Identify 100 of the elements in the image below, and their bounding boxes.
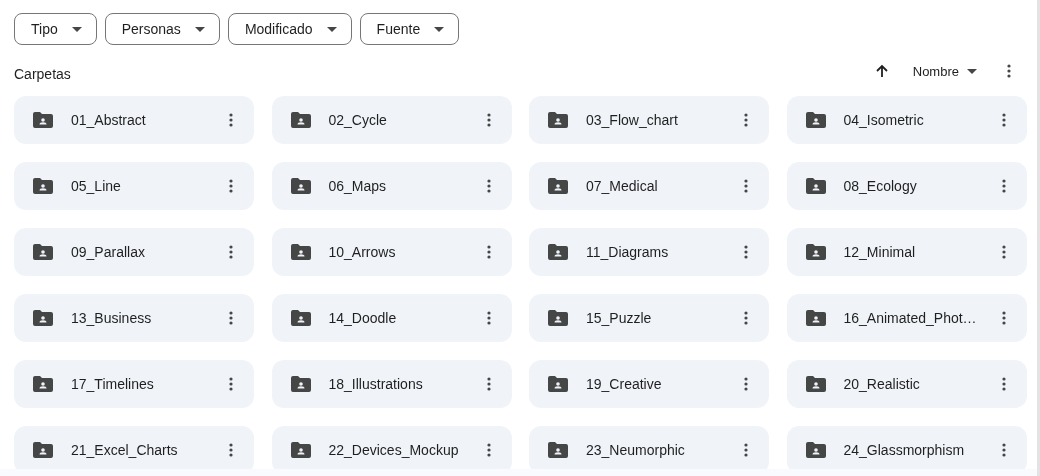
folder-card[interactable]: 02_Cycle bbox=[271, 96, 512, 144]
folder-card[interactable]: 08_Ecology bbox=[786, 162, 1027, 210]
more-options-icon[interactable] bbox=[229, 377, 233, 391]
folder-card[interactable]: 12_Minimal bbox=[786, 228, 1027, 276]
sort-direction-icon[interactable] bbox=[874, 64, 889, 78]
folder-name: 07_Medical bbox=[586, 178, 659, 194]
shared-folder-icon bbox=[290, 310, 311, 326]
shared-folder-icon bbox=[290, 442, 311, 458]
more-options-icon[interactable] bbox=[1007, 64, 1011, 78]
folder-name: 19_Creative bbox=[586, 376, 663, 392]
folder-card[interactable]: 03_Flow_chart bbox=[529, 96, 769, 144]
caret-icon bbox=[326, 26, 337, 32]
section-title: Carpetas bbox=[14, 65, 71, 82]
more-options-icon[interactable] bbox=[229, 113, 233, 127]
folder-card[interactable]: 17_Timelines bbox=[14, 360, 254, 408]
shared-folder-icon bbox=[290, 244, 311, 260]
folder-card[interactable]: 11_Diagrams bbox=[529, 228, 769, 276]
more-options-icon[interactable] bbox=[1001, 377, 1006, 391]
caret-icon bbox=[71, 26, 82, 32]
more-options-icon[interactable] bbox=[744, 179, 748, 193]
shared-folder-icon bbox=[805, 310, 826, 326]
folder-name: 22_Devices_Mockup bbox=[328, 442, 460, 458]
shared-folder-icon bbox=[548, 244, 568, 260]
more-options-icon[interactable] bbox=[486, 443, 491, 457]
folder-card[interactable]: 19_Creative bbox=[529, 360, 769, 408]
more-options-icon[interactable] bbox=[744, 377, 748, 391]
more-options-icon[interactable] bbox=[1001, 311, 1006, 325]
folder-name: 11_Diagrams bbox=[586, 244, 670, 260]
folder-card[interactable]: 14_Doodle bbox=[271, 294, 512, 342]
folder-name: 03_Flow_chart bbox=[586, 112, 679, 128]
folder-card[interactable]: 24_Glassmorphism bbox=[786, 426, 1027, 469]
folder-card[interactable]: 04_Isometric bbox=[786, 96, 1027, 144]
folder-name: 15_Puzzle bbox=[586, 310, 653, 326]
folder-name: 23_Neumorphic bbox=[586, 442, 686, 458]
folder-name: 18_Illustrations bbox=[328, 376, 424, 392]
shared-folder-icon bbox=[805, 244, 826, 260]
shared-folder-icon bbox=[290, 376, 311, 392]
folder-card[interactable]: 01_Abstract bbox=[14, 96, 254, 144]
shared-folder-icon bbox=[33, 112, 53, 128]
shared-folder-icon bbox=[548, 376, 568, 392]
folder-card[interactable]: 16_Animated_Phot… bbox=[786, 294, 1027, 342]
folder-card[interactable]: 09_Parallax bbox=[14, 228, 254, 276]
shared-folder-icon bbox=[33, 442, 53, 458]
folder-card[interactable]: 06_Maps bbox=[271, 162, 512, 210]
caret-icon bbox=[434, 26, 445, 32]
shared-folder-icon bbox=[805, 442, 826, 458]
more-options-icon[interactable] bbox=[486, 377, 491, 391]
folder-name: 24_Glassmorphism bbox=[843, 442, 966, 458]
shared-folder-icon bbox=[548, 178, 568, 194]
folder-name: 10_Arrows bbox=[328, 244, 397, 260]
more-options-icon[interactable] bbox=[486, 179, 491, 193]
folder-name: 12_Minimal bbox=[843, 244, 917, 260]
more-options-icon[interactable] bbox=[229, 179, 233, 193]
more-options-icon[interactable] bbox=[486, 113, 491, 127]
folder-name: 09_Parallax bbox=[71, 244, 146, 260]
shared-folder-icon bbox=[548, 442, 568, 458]
more-options-icon[interactable] bbox=[486, 245, 491, 259]
folder-card[interactable]: 23_Neumorphic bbox=[529, 426, 769, 469]
folder-card[interactable]: 15_Puzzle bbox=[529, 294, 769, 342]
more-options-icon[interactable] bbox=[229, 311, 233, 325]
folder-card[interactable]: 05_Line bbox=[14, 162, 254, 210]
shared-folder-icon bbox=[548, 112, 568, 128]
shared-folder-icon bbox=[33, 178, 53, 194]
folder-card[interactable]: 07_Medical bbox=[529, 162, 769, 210]
folder-name: 14_Doodle bbox=[328, 310, 398, 326]
caret-icon bbox=[194, 26, 205, 32]
folder-card[interactable]: 21_Excel_Charts bbox=[14, 426, 254, 469]
folder-name: 20_Realistic bbox=[843, 376, 921, 392]
filter-chip[interactable]: Personas bbox=[104, 13, 220, 45]
folder-name: 13_Business bbox=[71, 310, 153, 326]
folder-name: 01_Abstract bbox=[71, 112, 147, 128]
more-options-icon[interactable] bbox=[229, 443, 233, 457]
more-options-icon[interactable] bbox=[744, 245, 748, 259]
filter-chip[interactable]: Modificado bbox=[227, 13, 352, 45]
more-options-icon[interactable] bbox=[229, 245, 233, 259]
filter-chip[interactable]: Tipo bbox=[14, 13, 97, 45]
more-options-icon[interactable] bbox=[1001, 245, 1006, 259]
folder-name: 16_Animated_Phot… bbox=[843, 310, 978, 326]
caret-icon bbox=[967, 68, 977, 74]
more-options-icon[interactable] bbox=[744, 113, 748, 127]
folder-card[interactable]: 10_Arrows bbox=[271, 228, 512, 276]
folder-card[interactable]: 22_Devices_Mockup bbox=[271, 426, 512, 469]
shared-folder-icon bbox=[805, 112, 826, 128]
more-options-icon[interactable] bbox=[486, 311, 491, 325]
more-options-icon[interactable] bbox=[744, 443, 748, 457]
shared-folder-icon bbox=[805, 376, 826, 392]
folder-name: 17_Timelines bbox=[71, 376, 155, 392]
more-options-icon[interactable] bbox=[1001, 179, 1006, 193]
more-options-icon[interactable] bbox=[1001, 443, 1006, 457]
folder-name: 06_Maps bbox=[328, 178, 388, 194]
more-options-icon[interactable] bbox=[744, 311, 748, 325]
more-options-icon[interactable] bbox=[1001, 113, 1006, 127]
folder-card[interactable]: 18_Illustrations bbox=[271, 360, 512, 408]
folder-card[interactable]: 13_Business bbox=[14, 294, 254, 342]
shared-folder-icon bbox=[290, 178, 311, 194]
shared-folder-icon bbox=[33, 376, 53, 392]
filter-chip[interactable]: Fuente bbox=[359, 13, 460, 45]
sort-button[interactable]: Nombre bbox=[912, 63, 977, 79]
shared-folder-icon bbox=[33, 244, 53, 260]
folder-card[interactable]: 20_Realistic bbox=[786, 360, 1027, 408]
